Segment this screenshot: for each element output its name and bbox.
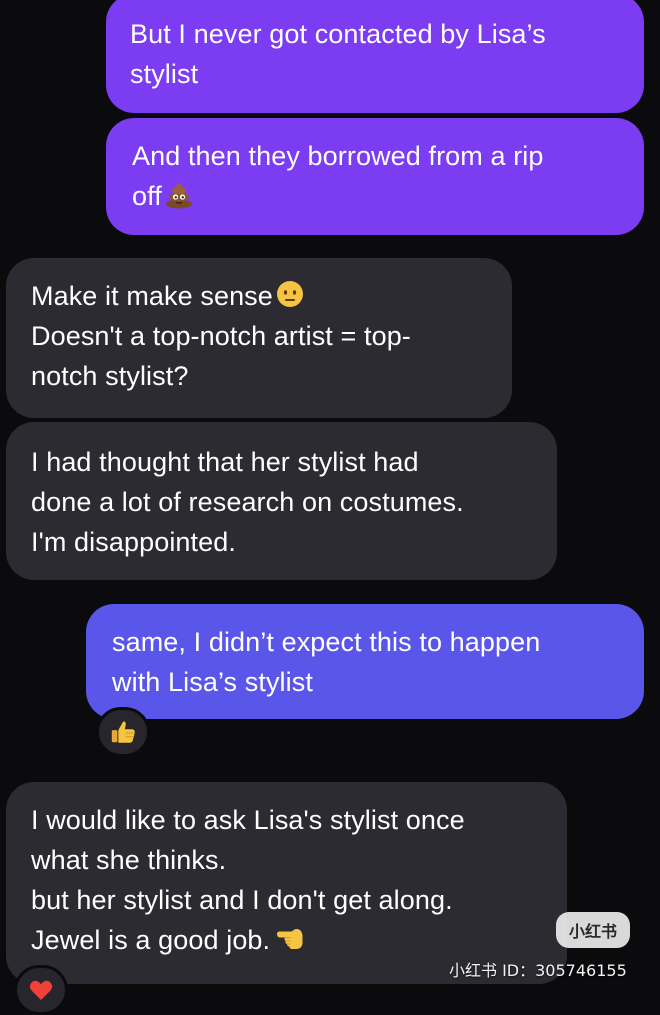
- message-text-line: I would like to ask Lisa's stylist once: [31, 805, 465, 835]
- message-text: Jewel is a good job.: [31, 925, 271, 955]
- xiaohongshu-logo-watermark: 小红书: [556, 912, 630, 948]
- pile-of-poo-emoji-icon: [165, 182, 192, 209]
- watermark-id-text: 小红书 ID：305746155: [449, 961, 627, 980]
- message-text-line-with-emoji: Jewel is a good job.: [31, 920, 547, 960]
- message-text-line: Doesn't a top-notch artist = top-: [31, 321, 411, 351]
- sent-message-bubble[interactable]: But I never got contacted by Lisa’s styl…: [106, 0, 644, 113]
- backhand-pointing-left-emoji-icon: [277, 929, 303, 949]
- received-message-bubble[interactable]: Make it make sense Doesn't a top-notch a…: [6, 258, 512, 418]
- reaction-badge[interactable]: [96, 707, 150, 757]
- message-text-line: notch stylist?: [31, 361, 189, 391]
- neutral-face-emoji-icon: [276, 281, 303, 307]
- message-text-line: I had thought that her stylist had: [31, 447, 419, 477]
- thumbs-up-icon: [111, 721, 135, 743]
- message-text-line: but her stylist and I don't get along.: [31, 885, 453, 915]
- sent-message-bubble[interactable]: And then they borrowed from a rip off: [106, 118, 644, 235]
- message-text-line-with-emoji: off: [132, 176, 624, 216]
- message-text-line: what she thinks.: [31, 845, 227, 875]
- red-heart-icon: [29, 980, 53, 1000]
- message-text-line-with-emoji: Make it make sense: [31, 276, 492, 316]
- reaction-badge[interactable]: [14, 965, 68, 1015]
- message-text-line: I'm disappointed.: [31, 527, 236, 557]
- message-text-line: with Lisa’s stylist: [112, 667, 313, 697]
- received-message-bubble[interactable]: I would like to ask Lisa's stylist once …: [6, 782, 567, 984]
- received-message-bubble[interactable]: I had thought that her stylist had done …: [6, 422, 557, 580]
- message-text: Make it make sense: [31, 281, 273, 311]
- sent-message-bubble[interactable]: same, I didn’t expect this to happen wit…: [86, 604, 644, 719]
- message-text-line: same, I didn’t expect this to happen: [112, 627, 541, 657]
- message-text-line: done a lot of research on costumes.: [31, 487, 464, 517]
- message-text-line: And then they borrowed from a rip: [132, 141, 544, 171]
- message-text-line: But I never got contacted by Lisa’s: [130, 19, 546, 49]
- message-text-line: stylist: [130, 59, 199, 89]
- message-text: off: [132, 181, 162, 211]
